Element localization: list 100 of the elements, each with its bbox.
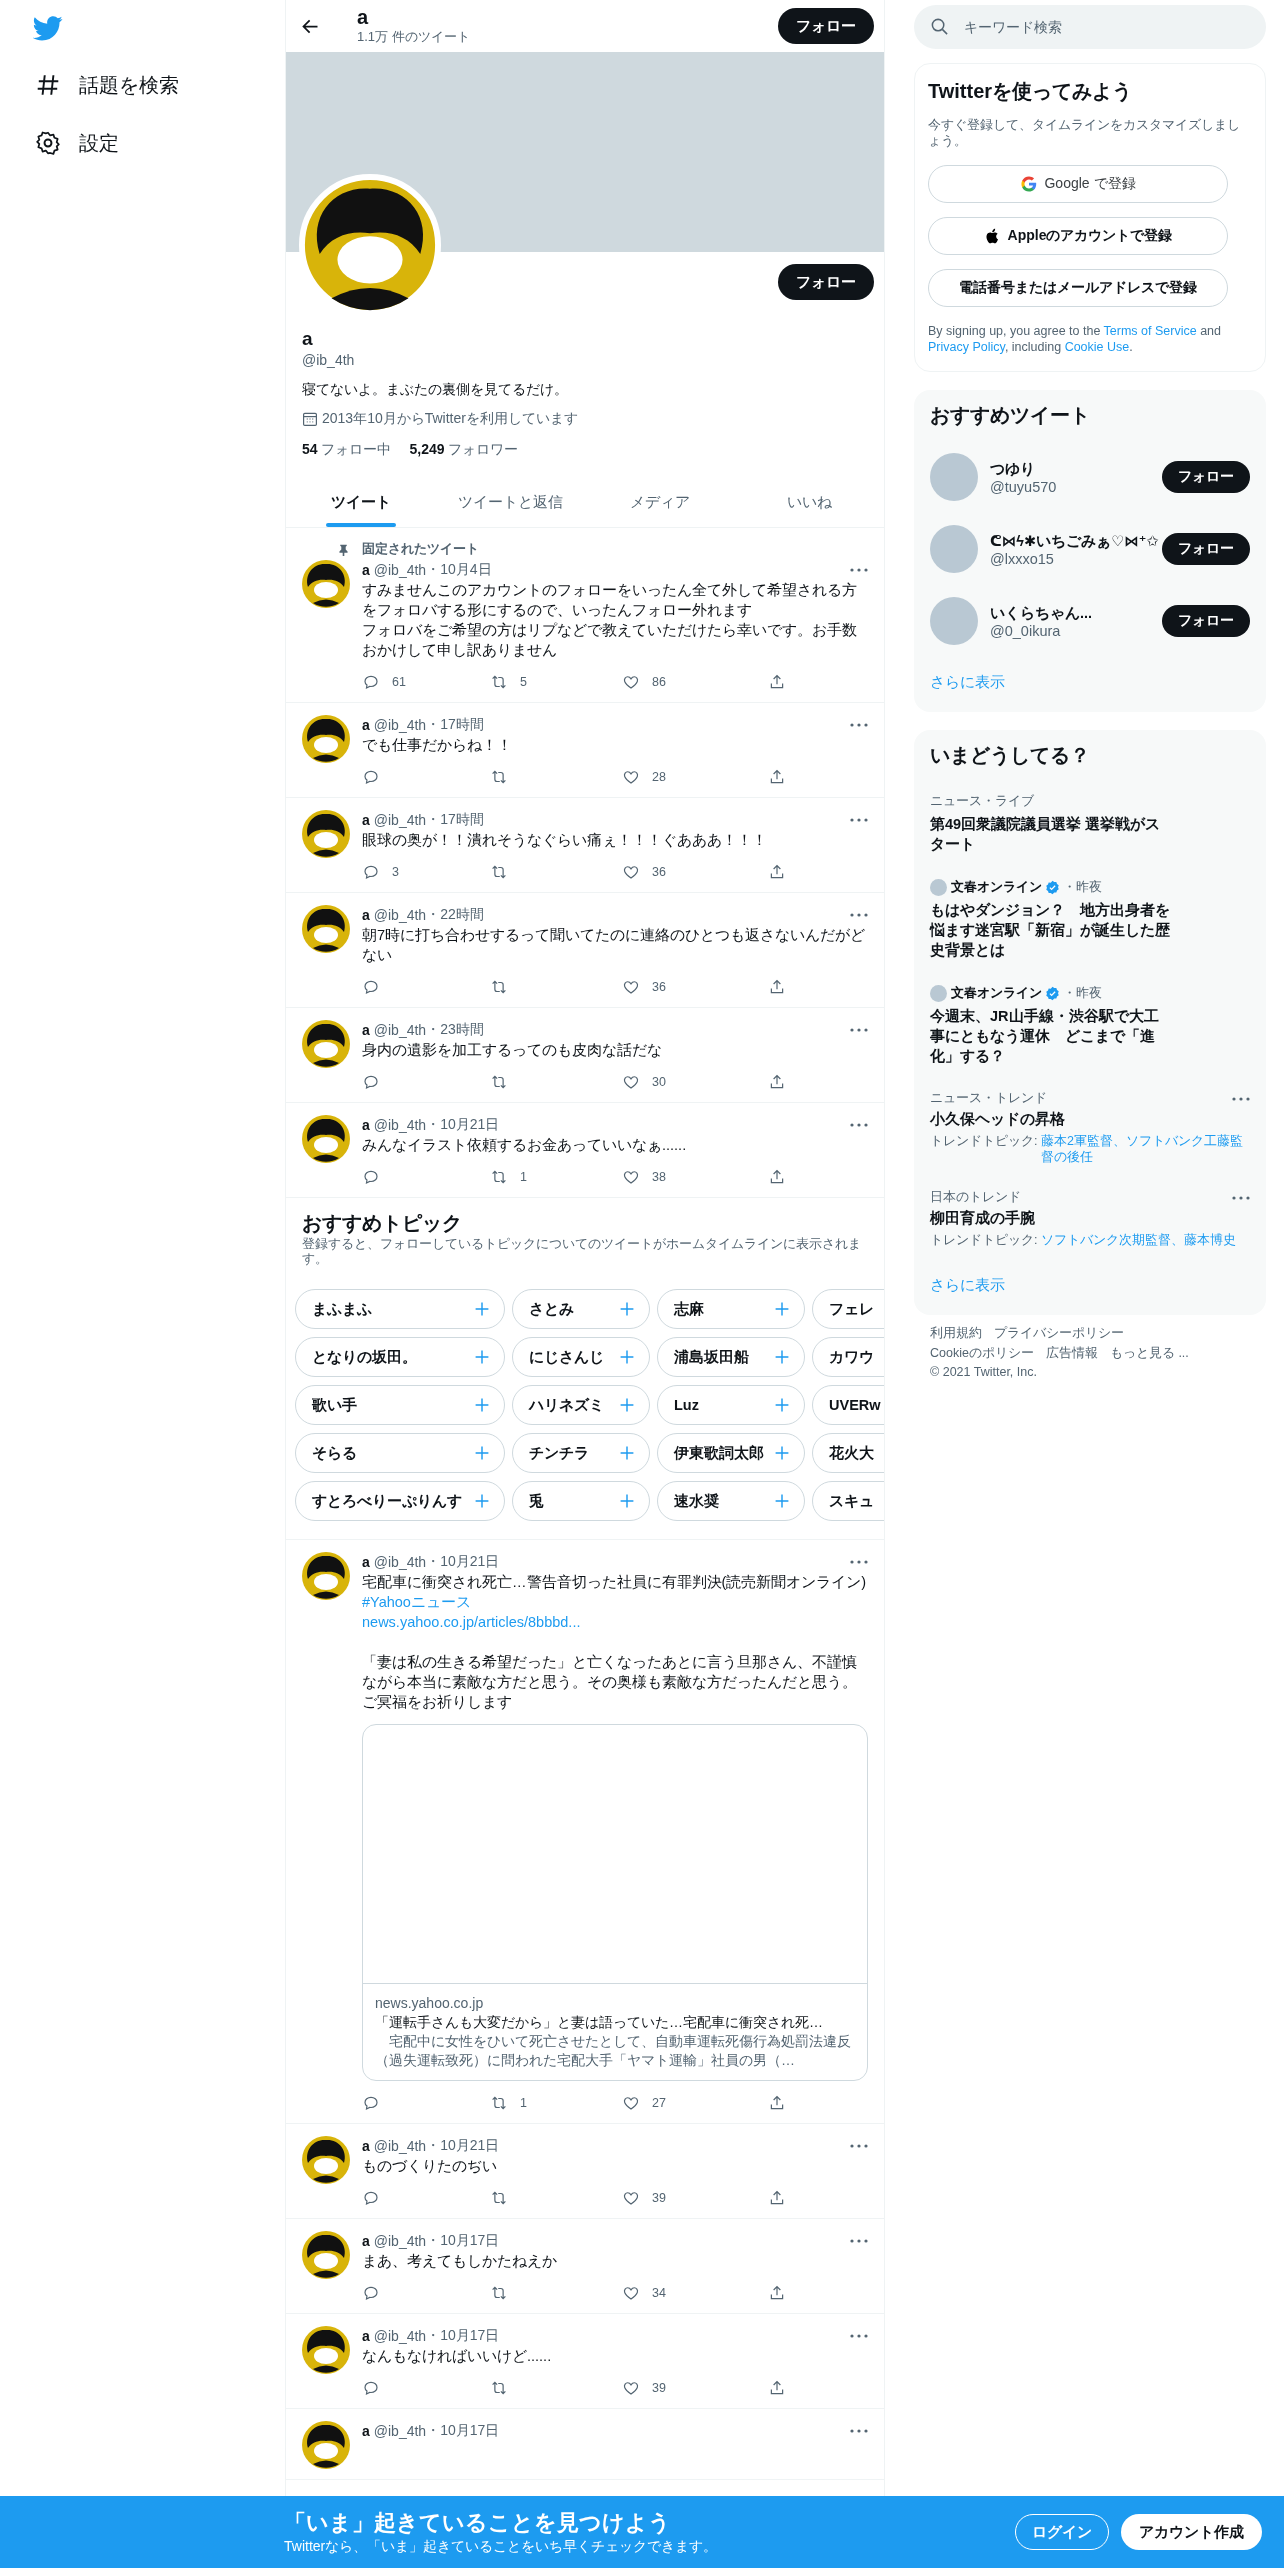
topic-chip[interactable]: まふまふ: [295, 1289, 505, 1329]
share-icon[interactable]: [768, 2379, 786, 2397]
share-icon[interactable]: [768, 673, 786, 691]
more-icon[interactable]: [850, 1028, 868, 1032]
more-icon[interactable]: [850, 1560, 868, 1564]
avatar-icon[interactable]: [302, 560, 350, 608]
topic-chip[interactable]: スキュ: [812, 1481, 884, 1521]
topic-chip[interactable]: Luz: [657, 1385, 805, 1425]
more-icon[interactable]: [850, 2334, 868, 2338]
share-icon[interactable]: [768, 1073, 786, 1091]
profile-tab[interactable]: メディア: [585, 477, 735, 527]
more-icon[interactable]: [850, 1123, 868, 1127]
author-name[interactable]: a: [362, 562, 370, 578]
topic-chip[interactable]: フェレ: [812, 1289, 884, 1329]
reply-icon[interactable]: [362, 768, 380, 786]
trend-title[interactable]: 小久保ヘッドの昇格: [930, 1110, 1250, 1129]
share-icon[interactable]: [768, 978, 786, 996]
heart-icon[interactable]: [622, 2284, 640, 2302]
user-name[interactable]: ᕦ⋈ϟ✱いちごみぁ♡⋈⁺✩: [990, 531, 1162, 551]
reply-icon[interactable]: [362, 978, 380, 996]
share-icon[interactable]: [768, 1168, 786, 1186]
footer-link[interactable]: Cookieのポリシー: [930, 1345, 1034, 1362]
more-icon[interactable]: [850, 568, 868, 572]
author-name[interactable]: a: [362, 1022, 370, 1038]
author-name[interactable]: a: [362, 1554, 370, 1570]
tweet-time[interactable]: ・23時間: [426, 1021, 484, 1039]
more-icon[interactable]: [850, 2239, 868, 2243]
trend-headline[interactable]: もはやダンジョン？ 地方出身者を悩ます迷宮駅「新宿」が誕生した歴史背景とは: [930, 900, 1170, 960]
share-icon[interactable]: [768, 2189, 786, 2207]
follow-button[interactable]: フォロー: [1162, 461, 1250, 493]
share-icon[interactable]: [768, 768, 786, 786]
retweet-icon[interactable]: [490, 2379, 508, 2397]
heart-icon[interactable]: [622, 2189, 640, 2207]
signup-button[interactable]: アカウント作成: [1121, 2514, 1262, 2550]
signup-button[interactable]: Appleのアカウントで登録: [928, 217, 1228, 255]
follow-button[interactable]: フォロー: [1162, 605, 1250, 637]
more-icon[interactable]: [850, 723, 868, 727]
share-icon[interactable]: [768, 863, 786, 881]
avatar-icon[interactable]: [302, 1115, 350, 1163]
reply-icon[interactable]: [362, 2189, 380, 2207]
author-name[interactable]: a: [362, 1117, 370, 1133]
signup-button[interactable]: 電話番号またはメールアドレスで登録: [928, 269, 1228, 307]
follow-button[interactable]: フォロー: [778, 8, 874, 44]
author-name[interactable]: a: [362, 812, 370, 828]
tweet-time[interactable]: ・10月21日: [426, 1116, 500, 1134]
more-icon[interactable]: [1232, 1096, 1250, 1101]
profile-tab[interactable]: ツイート: [286, 477, 436, 527]
tweet-time[interactable]: ・22時間: [426, 906, 484, 924]
search-field[interactable]: キーワード検索: [914, 5, 1266, 49]
tweet-time[interactable]: ・10月21日: [426, 1553, 500, 1571]
heart-icon[interactable]: [622, 1073, 640, 1091]
more-icon[interactable]: [850, 2144, 868, 2148]
topic-chip[interactable]: となりの坂田。: [295, 1337, 505, 1377]
nav-link[interactable]: 設定: [79, 129, 119, 157]
hashtag-icon[interactable]: [35, 72, 61, 98]
share-icon[interactable]: [768, 2094, 786, 2112]
tweet-time[interactable]: ・10月17日: [426, 2327, 500, 2345]
reply-icon[interactable]: [362, 863, 380, 881]
avatar-icon[interactable]: [302, 905, 350, 953]
share-icon[interactable]: [768, 2284, 786, 2302]
avatar-icon[interactable]: [302, 1552, 350, 1600]
nav-link[interactable]: 話題を検索: [79, 71, 179, 99]
topic-chip[interactable]: 歌い手: [295, 1385, 505, 1425]
heart-icon[interactable]: [622, 2379, 640, 2397]
retweet-icon[interactable]: [490, 978, 508, 996]
author-name[interactable]: a: [362, 2233, 370, 2249]
retweet-icon[interactable]: [490, 2284, 508, 2302]
topic-chip[interactable]: 花火大: [812, 1433, 884, 1473]
bird-icon[interactable]: [33, 16, 63, 41]
more-icon[interactable]: [850, 2429, 868, 2433]
trend-title[interactable]: 柳田育成の手腕: [930, 1209, 1250, 1228]
avatar-icon[interactable]: [302, 1020, 350, 1068]
topic-chip[interactable]: さとみ: [512, 1289, 650, 1329]
author-name[interactable]: a: [362, 2328, 370, 2344]
heart-icon[interactable]: [622, 768, 640, 786]
retweet-icon[interactable]: [490, 673, 508, 691]
author-name[interactable]: a: [362, 717, 370, 733]
footer-link[interactable]: 利用規約: [930, 1325, 982, 1342]
trend-headline[interactable]: 第49回衆議院議員選挙 選挙戦がスタート: [930, 814, 1170, 854]
heart-icon[interactable]: [622, 863, 640, 881]
footer-link[interactable]: プライバシーポリシー: [994, 1325, 1124, 1342]
topic-chip[interactable]: チンチラ: [512, 1433, 650, 1473]
avatar-icon[interactable]: [302, 2231, 350, 2279]
profile-tab[interactable]: ツイートと返信: [435, 477, 585, 527]
topic-chip[interactable]: カワウ: [812, 1337, 884, 1377]
topic-chip[interactable]: 志麻: [657, 1289, 805, 1329]
avatar-icon[interactable]: [302, 2136, 350, 2184]
retweet-icon[interactable]: [490, 1073, 508, 1091]
topic-chip[interactable]: 伊東歌詞太郎: [657, 1433, 805, 1473]
reply-icon[interactable]: [362, 1168, 380, 1186]
follow-button[interactable]: フォロー: [778, 264, 874, 300]
reply-icon[interactable]: [362, 2379, 380, 2397]
profile-tab[interactable]: いいね: [734, 477, 884, 527]
trend-headline[interactable]: 今週末、JR山手線・渋谷駅で大工事にともなう運休 どこまで「進化」する？: [930, 1006, 1170, 1066]
reply-icon[interactable]: [362, 673, 380, 691]
followers-link[interactable]: 5,249 フォロワー: [409, 441, 519, 459]
retweet-icon[interactable]: [490, 1168, 508, 1186]
following-link[interactable]: 54 フォロー中: [302, 441, 392, 459]
tweet-time[interactable]: ・17時間: [426, 716, 484, 734]
avatar-icon[interactable]: [302, 2326, 350, 2374]
